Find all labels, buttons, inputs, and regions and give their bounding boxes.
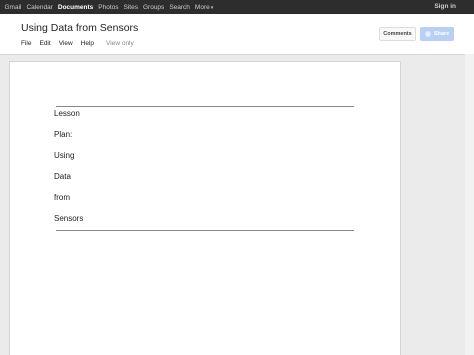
nav-photos[interactable]: Photos: [98, 4, 118, 11]
nav-groups[interactable]: Groups: [143, 4, 164, 11]
document-body: Lesson Plan: Using Data from Sensors: [54, 109, 83, 235]
nav-search[interactable]: Search: [169, 4, 190, 11]
app-links: Gmail Calendar Documents Photos Sites Gr…: [2, 0, 216, 14]
nav-more[interactable]: More▾: [195, 4, 213, 11]
top-navigation-bar: Gmail Calendar Documents Photos Sites Gr…: [0, 0, 474, 14]
body-line: Plan:: [54, 130, 73, 139]
document-page: Lesson Plan: Using Data from Sensors: [9, 61, 401, 355]
nav-more-label: More: [194, 3, 210, 11]
horizontal-rule-top: [56, 106, 354, 107]
body-line: Sensors: [54, 214, 84, 223]
nav-documents[interactable]: Documents: [58, 4, 93, 11]
body-line: Lesson: [54, 109, 80, 118]
horizontal-rule-bottom: [56, 230, 354, 231]
share-button[interactable]: Share: [420, 27, 454, 41]
chevron-down-icon: ▾: [210, 4, 214, 11]
menu-edit[interactable]: Edit: [39, 40, 50, 47]
nav-calendar[interactable]: Calendar: [26, 4, 52, 11]
menu-view[interactable]: View: [59, 40, 73, 47]
menu-help[interactable]: Help: [81, 40, 94, 47]
sign-in-link[interactable]: Sign in: [434, 0, 456, 14]
nav-sites[interactable]: Sites: [124, 4, 138, 11]
vertical-scrollbar[interactable]: [465, 54, 474, 355]
globe-icon: [424, 31, 431, 37]
body-line: Data: [54, 172, 71, 181]
view-only-status: View only: [106, 40, 134, 47]
document-canvas: Lesson Plan: Using Data from Sensors: [0, 54, 474, 355]
menu-file[interactable]: File: [21, 40, 31, 47]
nav-gmail[interactable]: Gmail: [5, 4, 22, 11]
comments-button[interactable]: Comments: [379, 27, 416, 41]
body-line: Using: [54, 151, 75, 160]
share-button-label: Share: [433, 31, 450, 37]
document-title: Using Data from Sensors: [21, 22, 139, 34]
document-menubar: File Edit View Help View only: [21, 40, 134, 47]
body-line: from: [54, 193, 70, 202]
